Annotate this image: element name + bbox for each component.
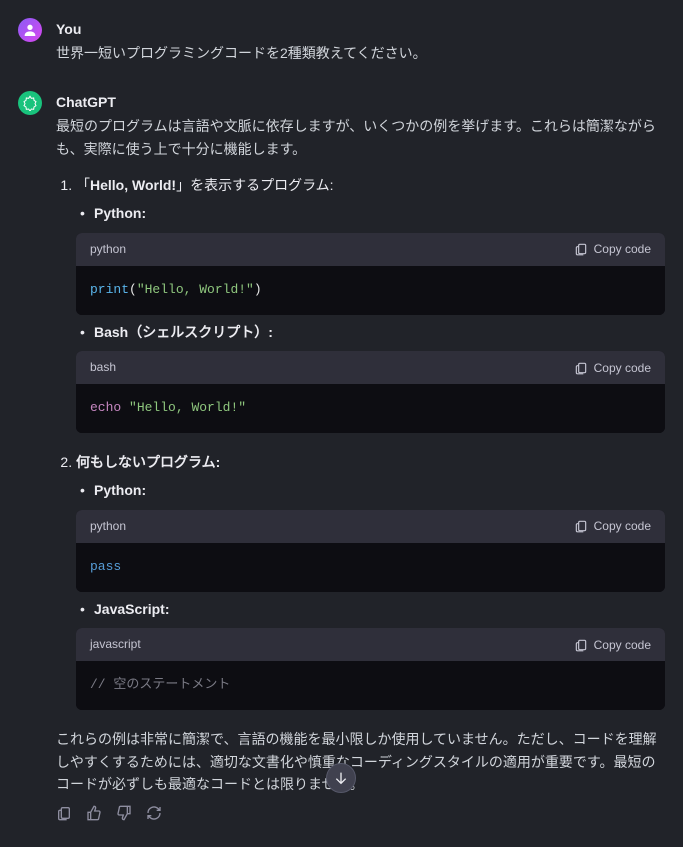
- copy-code-button[interactable]: Copy code: [574, 638, 651, 652]
- lang-label: Python:: [94, 482, 146, 498]
- code-header: javascript Copy code: [76, 628, 665, 661]
- code-content[interactable]: pass: [76, 543, 665, 592]
- thumbs-down-icon: [116, 805, 132, 821]
- assistant-closing: これらの例は非常に簡潔で、言語の機能を最小限しか使用していません。ただし、コード…: [56, 728, 665, 795]
- thumbs-up-button[interactable]: [86, 805, 102, 821]
- arrow-down-icon: [333, 770, 349, 786]
- code-block: javascript Copy code // 空のステートメント: [76, 628, 665, 710]
- assistant-logo-icon: [22, 95, 38, 111]
- code-block: python Copy code print("Hello, World!"): [76, 233, 665, 315]
- refresh-icon: [146, 805, 162, 821]
- clipboard-icon: [574, 242, 588, 256]
- user-icon: [22, 22, 38, 38]
- sub-list: Python: python Copy code pass: [76, 479, 665, 710]
- list-item: 「Hello, World!」を表示するプログラム: Python: pytho…: [76, 174, 665, 433]
- copy-code-button[interactable]: Copy code: [574, 242, 651, 256]
- copy-message-button[interactable]: [56, 805, 72, 821]
- assistant-message: ChatGPT 最短のプログラムは言語や文脈に依存しますが、いくつかの例を挙げま…: [18, 91, 665, 822]
- scroll-down-button[interactable]: [326, 763, 356, 793]
- clipboard-icon: [574, 361, 588, 375]
- code-lang: javascript: [90, 635, 141, 654]
- list-item: Bash（シェルスクリプト）: bash Copy code echo "Hel…: [76, 321, 665, 433]
- lang-label: Bash（シェルスクリプト）:: [94, 324, 273, 340]
- code-block: bash Copy code echo "Hello, World!": [76, 351, 665, 433]
- user-text: 世界一短いプログラミングコードを2種類教えてください。: [56, 42, 665, 64]
- code-content[interactable]: print("Hello, World!"): [76, 266, 665, 315]
- clipboard-icon: [574, 519, 588, 533]
- list-item: Python: python Copy code pass: [76, 479, 665, 591]
- sub-list: Python: python Copy code print("Hello, W…: [76, 202, 665, 433]
- code-content[interactable]: // 空のステートメント: [76, 661, 665, 710]
- code-lang: python: [90, 517, 126, 536]
- code-content[interactable]: echo "Hello, World!": [76, 384, 665, 433]
- thumbs-up-icon: [86, 805, 102, 821]
- assistant-intro: 最短のプログラムは言語や文脈に依存しますが、いくつかの例を挙げます。これらは簡潔…: [56, 115, 665, 160]
- assistant-body: ChatGPT 最短のプログラムは言語や文脈に依存しますが、いくつかの例を挙げま…: [56, 91, 665, 822]
- code-lang: bash: [90, 358, 116, 377]
- user-body: You 世界一短いプログラミングコードを2種類教えてください。: [56, 18, 665, 65]
- clipboard-icon: [56, 805, 72, 821]
- thumbs-down-button[interactable]: [116, 805, 132, 821]
- list-item: JavaScript: javascript Copy code // 空のステ…: [76, 598, 665, 710]
- numbered-list: 「Hello, World!」を表示するプログラム: Python: pytho…: [56, 174, 665, 710]
- copy-code-button[interactable]: Copy code: [574, 361, 651, 375]
- list-item: Python: python Copy code print("Hello, W…: [76, 202, 665, 314]
- copy-code-button[interactable]: Copy code: [574, 519, 651, 533]
- lang-label: Python:: [94, 205, 146, 221]
- code-header: python Copy code: [76, 233, 665, 266]
- user-avatar: [18, 18, 42, 42]
- message-actions: [56, 805, 665, 821]
- code-lang: python: [90, 240, 126, 259]
- regenerate-button[interactable]: [146, 805, 162, 821]
- item-title: 何もしないプログラム:: [76, 454, 220, 470]
- assistant-avatar: [18, 91, 42, 115]
- list-item: 何もしないプログラム: Python: python Copy code: [76, 451, 665, 710]
- code-block: python Copy code pass: [76, 510, 665, 592]
- code-header: python Copy code: [76, 510, 665, 543]
- code-header: bash Copy code: [76, 351, 665, 384]
- item-title: 「Hello, World!」を表示するプログラム:: [76, 177, 334, 193]
- clipboard-icon: [574, 638, 588, 652]
- user-message: You 世界一短いプログラミングコードを2種類教えてください。: [18, 18, 665, 65]
- assistant-author: ChatGPT: [56, 91, 665, 113]
- user-author: You: [56, 18, 665, 40]
- lang-label: JavaScript:: [94, 601, 169, 617]
